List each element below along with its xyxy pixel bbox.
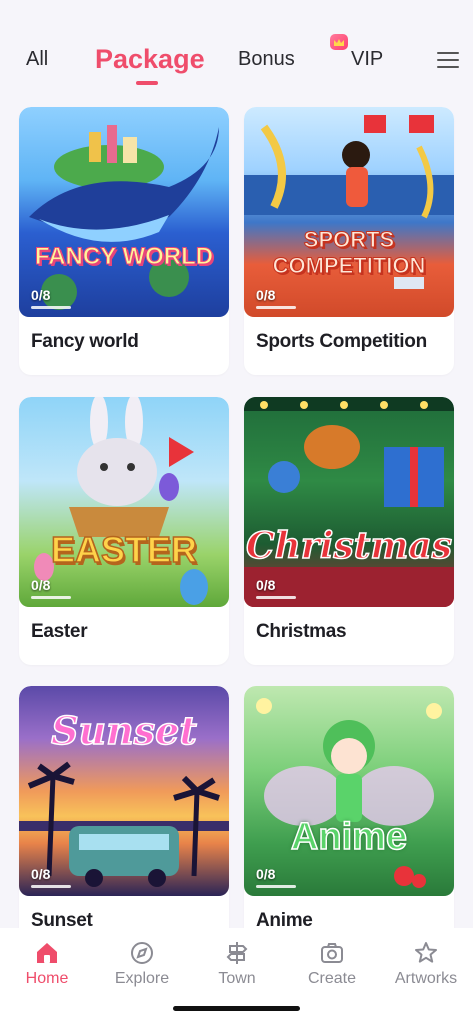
progress-bar [256, 596, 296, 599]
tab-bonus[interactable]: Bonus [238, 48, 295, 71]
artworks-icon [415, 942, 437, 963]
card-title: Fancy world [31, 331, 139, 352]
tab-all[interactable]: All [26, 48, 48, 71]
crown-icon [330, 34, 348, 50]
progress-count: 0/8 [256, 577, 276, 593]
anime-artwork: Anime 0/8 [244, 686, 454, 896]
tab-package[interactable]: Package [95, 44, 205, 75]
fancy-world-artwork: FANCY WORLD 0/8 [19, 107, 229, 317]
active-tab-indicator [136, 81, 158, 85]
progress-bar [31, 885, 71, 888]
progress-count: 0/8 [31, 577, 51, 593]
create-icon [321, 943, 343, 963]
town-icon [226, 942, 248, 964]
artwork-title: EASTER [50, 528, 198, 571]
nav-artworks[interactable]: Artworks [379, 940, 473, 988]
tab-vip[interactable]: VIP [351, 48, 383, 71]
package-card-easter[interactable]: EASTER 0/8 Easter [19, 397, 229, 665]
package-card-christmas[interactable]: Christmas 0/8 Christmas [244, 397, 454, 665]
card-title: Christmas [256, 621, 347, 642]
progress-bar [31, 596, 71, 599]
progress-count: 0/8 [31, 866, 51, 882]
progress-count: 0/8 [256, 866, 276, 882]
progress-bar [31, 306, 71, 309]
nav-artworks-label: Artworks [394, 970, 458, 987]
artwork-title: FANCY WORLD [34, 243, 214, 271]
nav-home[interactable]: Home [0, 940, 94, 988]
progress-bar [256, 885, 296, 888]
card-title: Easter [31, 621, 88, 642]
home-indicator [173, 1006, 300, 1011]
nav-create[interactable]: Create [285, 940, 379, 988]
progress-count: 0/8 [256, 287, 276, 303]
christmas-artwork: Christmas 0/8 [244, 397, 454, 607]
package-card-anime[interactable]: Anime 0/8 Anime [244, 686, 454, 954]
artwork-title: Anime [290, 815, 408, 859]
sports-competition-artwork: SPORTS COMPETITION 0/8 [244, 107, 454, 317]
progress-bar [256, 306, 296, 309]
card-title: Sports Competition [256, 331, 427, 352]
nav-town-label: Town [218, 970, 256, 987]
sunset-artwork: Sunset 0/8 [19, 686, 229, 896]
nav-explore-label: Explore [114, 970, 170, 987]
nav-town[interactable]: Town [190, 940, 284, 988]
artwork-title: Christmas [245, 524, 453, 568]
package-card-sports-competition[interactable]: SPORTS COMPETITION 0/8 Sports Competitio… [244, 107, 454, 375]
package-card-fancy-world[interactable]: FANCY WORLD 0/8 Fancy world [19, 107, 229, 375]
artwork-title-line2: COMPETITION [272, 253, 426, 279]
easter-artwork: EASTER 0/8 [19, 397, 229, 607]
category-tabs: All Package Bonus VIP [0, 0, 473, 100]
explore-icon [131, 942, 153, 964]
menu-icon[interactable] [437, 52, 459, 72]
nav-home-label: Home [25, 970, 69, 987]
artwork-title: Sunset [50, 707, 197, 754]
package-card-sunset[interactable]: Sunset 0/8 Sunset [19, 686, 229, 954]
progress-count: 0/8 [31, 287, 51, 303]
nav-explore[interactable]: Explore [95, 940, 189, 988]
artwork-title-line1: SPORTS [303, 227, 395, 253]
nav-create-label: Create [307, 970, 357, 987]
home-icon [37, 943, 57, 963]
